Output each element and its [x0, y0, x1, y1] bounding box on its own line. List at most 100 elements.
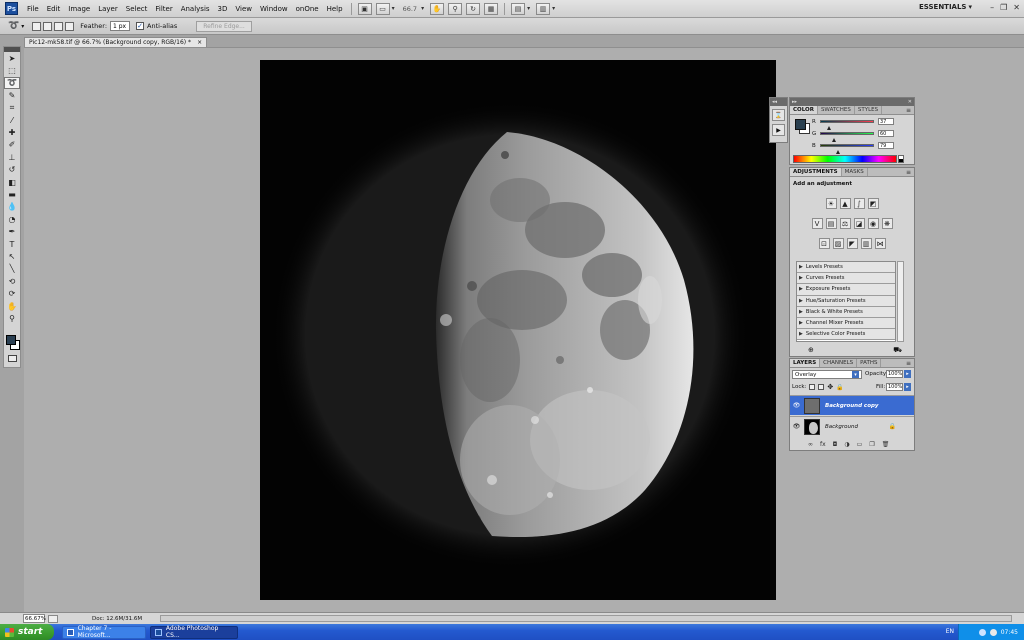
menu-filter[interactable]: Filter: [151, 0, 176, 18]
horizontal-scrollbar[interactable]: [160, 615, 1012, 622]
volume-icon[interactable]: [989, 628, 997, 636]
taskbar-item-word[interactable]: Chapter 7 - Microsoft...: [62, 625, 146, 639]
levels-icon[interactable]: ▲: [839, 198, 851, 209]
collapse-arrows-icon[interactable]: ◂◂: [772, 99, 777, 105]
list-item[interactable]: ▶ Black & White Presets: [797, 306, 895, 318]
status-info-icon[interactable]: [48, 614, 58, 623]
close-icon[interactable]: ✕: [1013, 3, 1020, 12]
dodge-tool-icon[interactable]: ◔: [4, 213, 20, 225]
actions-panel-icon[interactable]: ▶: [772, 124, 785, 136]
refine-edge-button[interactable]: Refine Edge...: [196, 20, 252, 32]
gradient-tool-icon[interactable]: ▬: [4, 188, 20, 200]
channel-mixer-icon[interactable]: ❋: [881, 218, 893, 229]
clone-stamp-tool-icon[interactable]: ⊥: [4, 151, 20, 163]
list-item[interactable]: ▶ Exposure Presets: [797, 284, 895, 296]
quick-mask-icon[interactable]: [8, 355, 17, 362]
lock-image-icon[interactable]: [818, 384, 825, 390]
screen-view-icon[interactable]: ▥: [536, 2, 551, 15]
clock[interactable]: 07:45: [1001, 629, 1018, 636]
antialias-checkbox[interactable]: ✓: [136, 22, 145, 30]
zoom-tool-icon[interactable]: ⚲: [4, 312, 20, 324]
menu-help[interactable]: Help: [323, 0, 347, 18]
tab-styles[interactable]: STYLES: [855, 106, 883, 114]
taskbar-item-photoshop[interactable]: Adobe Photoshop CS...: [150, 625, 238, 639]
exposure-icon[interactable]: ◩: [867, 198, 879, 209]
move-tool-icon[interactable]: ➤: [4, 52, 20, 64]
type-tool-icon[interactable]: T: [4, 238, 20, 250]
history-brush-tool-icon[interactable]: ↺: [4, 164, 20, 176]
tab-paths[interactable]: PATHS: [857, 359, 882, 367]
list-item[interactable]: ▶ Curves Presets: [797, 273, 895, 285]
vibrance-icon[interactable]: V: [811, 218, 823, 229]
curves-icon[interactable]: ∫: [853, 198, 865, 209]
list-item[interactable]: ▶ Hue/Saturation Presets: [797, 295, 895, 307]
layer-row-background[interactable]: 👁 Background 🔒: [790, 416, 914, 436]
hue-saturation-icon[interactable]: ▤: [825, 218, 837, 229]
chevron-down-icon[interactable]: ▾: [552, 5, 555, 12]
pen-tool-icon[interactable]: ✒: [4, 225, 20, 237]
quick-selection-tool-icon[interactable]: ✎: [4, 89, 20, 101]
hand-icon[interactable]: ✋: [430, 2, 445, 15]
green-slider[interactable]: [820, 132, 874, 142]
fill-slider-arrow-icon[interactable]: ▸: [904, 383, 911, 391]
tab-adjustments[interactable]: ADJUSTMENTS: [790, 168, 842, 176]
hand-tool-icon[interactable]: ✋: [4, 300, 20, 312]
dock-header[interactable]: ◂◂: [770, 98, 787, 106]
lock-transparent-icon[interactable]: [809, 384, 816, 390]
path-selection-tool-icon[interactable]: ↖: [4, 250, 20, 262]
line-tool-icon[interactable]: ╲: [4, 263, 20, 275]
photo-filter-icon[interactable]: ◉: [867, 218, 879, 229]
menu-onone[interactable]: onOne: [292, 0, 323, 18]
black-white-icon[interactable]: ◪: [853, 218, 865, 229]
layer-row-background-copy[interactable]: 👁 Background copy: [790, 395, 914, 415]
brush-tool-icon[interactable]: ✐: [4, 139, 20, 151]
workspace-switcher[interactable]: ESSENTIALS ▾: [919, 3, 972, 11]
panel-menu-icon[interactable]: ≡: [906, 360, 911, 367]
menu-3d[interactable]: 3D: [214, 0, 232, 18]
rotate-view-icon[interactable]: ↻: [466, 2, 481, 15]
tab-channels[interactable]: CHANNELS: [820, 359, 858, 367]
chevron-down-icon[interactable]: ▾: [392, 5, 395, 12]
arrange-documents-icon[interactable]: ▤: [511, 2, 526, 15]
eyedropper-tool-icon[interactable]: ⁄: [4, 114, 20, 126]
history-panel-icon[interactable]: ⌛: [772, 109, 785, 121]
document-tab[interactable]: Pic12-mk58.tif @ 66.7% (Background copy,…: [24, 37, 208, 47]
network-icon[interactable]: [978, 628, 986, 636]
panel-header[interactable]: ▸▸ ✕: [790, 98, 914, 106]
close-icon[interactable]: ×: [197, 39, 202, 46]
green-value-field[interactable]: 60: [878, 130, 894, 137]
menu-image[interactable]: Image: [64, 0, 94, 18]
collapse-arrows-icon[interactable]: ▸▸: [792, 99, 797, 105]
opacity-slider-arrow-icon[interactable]: ▸: [904, 370, 911, 378]
panel-menu-icon[interactable]: ≡: [906, 107, 911, 114]
posterize-icon[interactable]: ▨: [832, 238, 844, 249]
chevron-down-icon[interactable]: ▾: [21, 23, 24, 30]
layer-name[interactable]: Background: [825, 424, 858, 430]
image-canvas[interactable]: [260, 60, 776, 600]
list-item[interactable]: ▶ Levels Presets: [797, 262, 895, 274]
tab-masks[interactable]: MASKS: [842, 168, 868, 176]
restore-icon[interactable]: ❐: [1000, 3, 1007, 12]
color-balance-icon[interactable]: ⚖: [839, 218, 851, 229]
close-icon[interactable]: ✕: [908, 99, 912, 105]
blue-slider[interactable]: [820, 144, 874, 154]
blue-slider-thumb[interactable]: [836, 150, 840, 154]
menu-analysis[interactable]: Analysis: [177, 0, 214, 18]
adjustment-options-icon[interactable]: ⛟: [893, 346, 902, 355]
layer-style-icon[interactable]: fx: [820, 441, 826, 448]
eye-icon[interactable]: 👁: [792, 423, 801, 430]
intersect-selection-icon[interactable]: [65, 21, 75, 31]
panel-menu-icon[interactable]: ≡: [906, 169, 911, 176]
menu-layer[interactable]: Layer: [94, 0, 122, 18]
foreground-color-swatch[interactable]: [6, 335, 16, 345]
fill-field[interactable]: 100%: [886, 383, 903, 391]
tab-layers[interactable]: LAYERS: [790, 359, 821, 367]
gradient-map-icon[interactable]: ▥: [860, 238, 872, 249]
marquee-tool-icon[interactable]: ⬚: [4, 64, 20, 76]
add-selection-icon[interactable]: [43, 21, 53, 31]
zoom-level[interactable]: 66.7: [399, 5, 421, 13]
tab-color[interactable]: COLOR: [790, 106, 818, 114]
new-selection-icon[interactable]: [32, 21, 42, 31]
blue-value-field[interactable]: 79: [878, 142, 894, 149]
chevron-down-icon[interactable]: ▾: [527, 5, 530, 12]
